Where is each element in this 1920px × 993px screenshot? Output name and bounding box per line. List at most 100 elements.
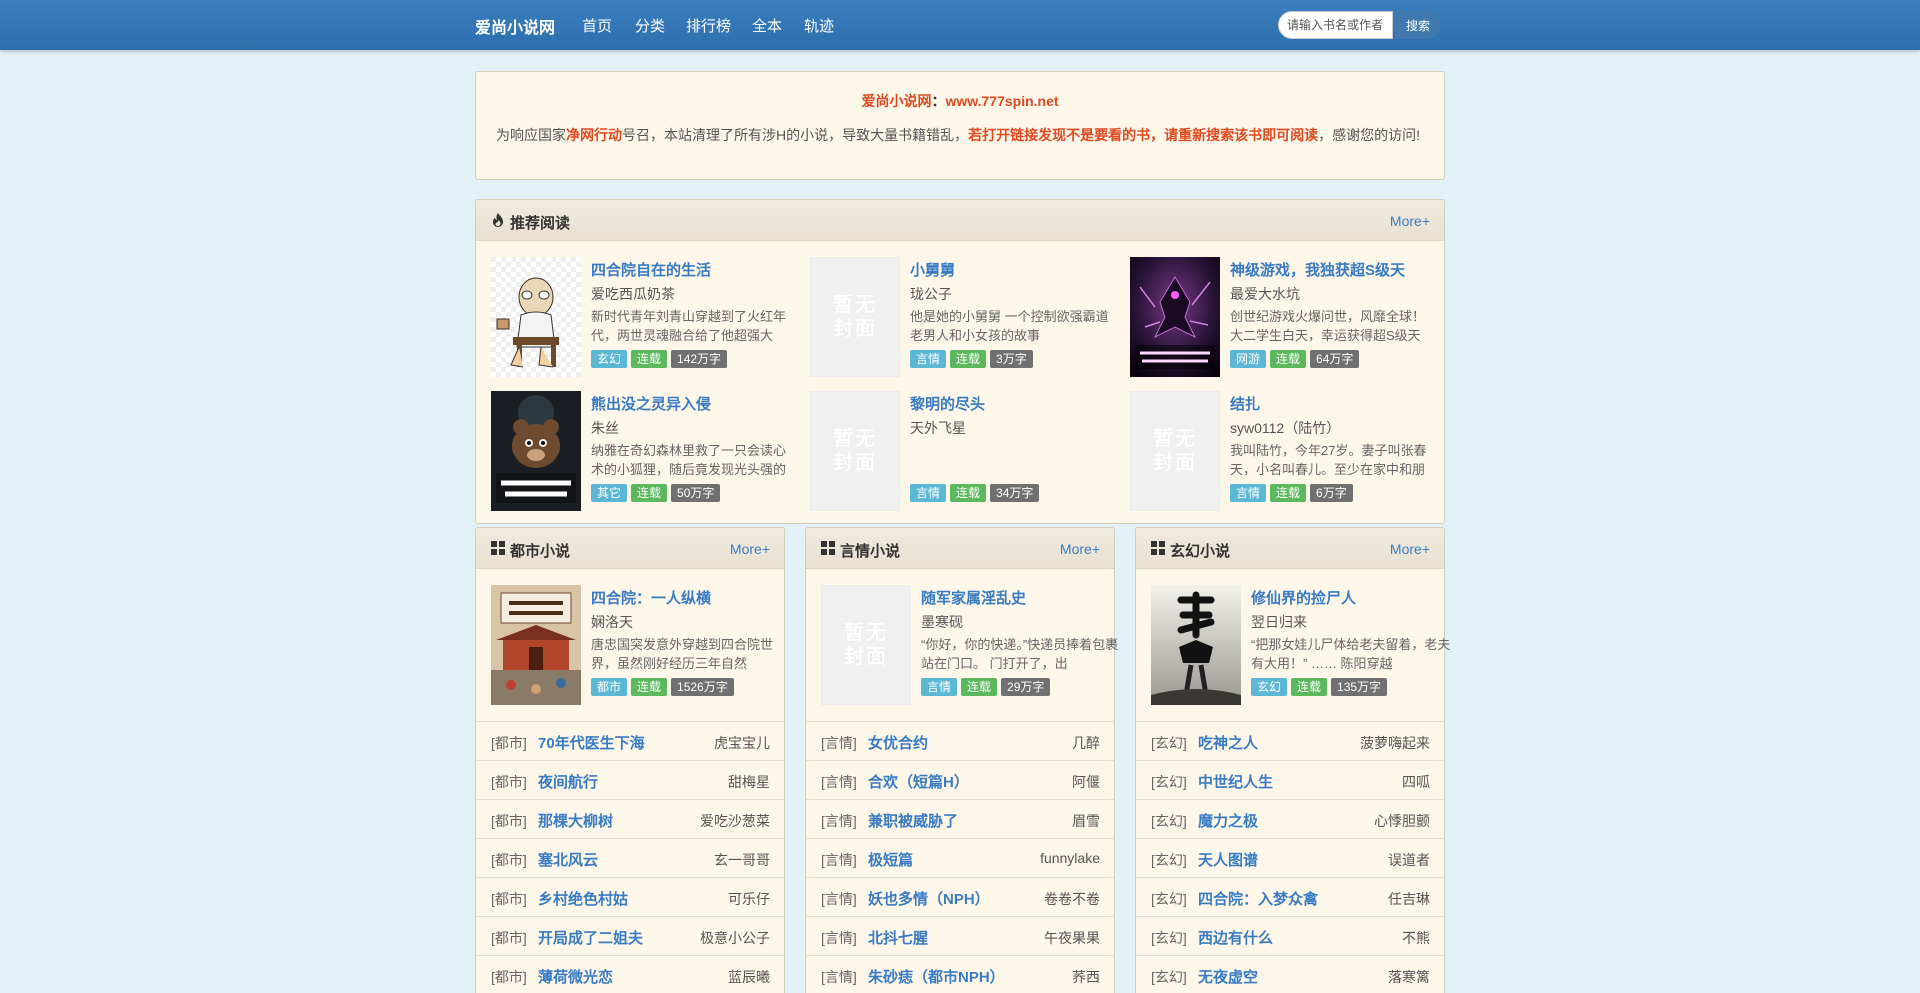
list-item: [都市] 塞北风云 玄一哥哥 bbox=[476, 838, 784, 877]
book-tags: 言情 连载 6万字 bbox=[1230, 484, 1353, 502]
recommend-more-link[interactable]: More+ bbox=[1390, 213, 1430, 229]
category-more-link[interactable]: More+ bbox=[730, 541, 770, 557]
notice-text-a: 为响应国家 bbox=[496, 127, 566, 143]
nav-history[interactable]: 轨迹 bbox=[804, 15, 834, 36]
list-item-book-link[interactable]: 无夜虚空 bbox=[1198, 966, 1258, 987]
list-item-category: [玄幻] bbox=[1151, 930, 1187, 946]
list-item-book-link[interactable]: 吃神之人 bbox=[1198, 732, 1258, 753]
list-item-book-link[interactable]: 那棵大柳树 bbox=[538, 810, 613, 831]
list-item-book-link[interactable]: 妖也多情（NPH） bbox=[868, 888, 990, 909]
book-cover-placeholder[interactable]: 暂无 封面 bbox=[1130, 391, 1220, 511]
list-item-book-link[interactable]: 极短篇 bbox=[868, 849, 913, 870]
genre-badge: 玄幻 bbox=[591, 350, 628, 368]
book-card: 暂无 封面 黎明的尽头 天外飞星 言情 连载 34万字 bbox=[810, 391, 1110, 513]
category-book-list: [玄幻] 吃神之人 菠萝嗨起来 [玄幻] 中世纪人生 四呱 [玄幻] 魔力之极 心悸胆颤 [玄幻]… bbox=[1136, 721, 1444, 993]
book-cover-placeholder[interactable]: 暂无 封面 bbox=[810, 257, 900, 377]
book-title-link[interactable]: 四合院自在的生活 bbox=[591, 259, 711, 280]
notice-site-url[interactable]: www.777spin.net bbox=[945, 93, 1058, 109]
status-badge: 连载 bbox=[1270, 484, 1307, 502]
book-title-link[interactable]: 修仙界的捡尸人 bbox=[1251, 587, 1356, 608]
list-item-book-link[interactable]: 朱砂痣（都市NPH） bbox=[868, 966, 1005, 987]
list-item-category: [玄幻] bbox=[1151, 813, 1187, 829]
book-title-link[interactable]: 熊出没之灵异入侵 bbox=[591, 393, 711, 414]
top-navbar: 爱尚小说网 首页 分类 排行榜 全本 轨迹 搜索 bbox=[0, 0, 1920, 50]
no-cover-label: 暂无 封面 bbox=[1153, 427, 1197, 475]
genre-badge: 言情 bbox=[910, 350, 947, 368]
word-count-badge: 1526万字 bbox=[671, 678, 734, 696]
book-cover[interactable] bbox=[1130, 257, 1220, 377]
list-item-book-link[interactable]: 塞北风云 bbox=[538, 849, 598, 870]
list-item-author: 误道者 bbox=[1388, 852, 1430, 868]
book-tags: 言情 连载 29万字 bbox=[921, 678, 1051, 696]
list-item-category: [玄幻] bbox=[1151, 774, 1187, 790]
book-card: 暂无 封面 随军家属淫乱史 墨寒砚 “你好，你的快递。”快递员捧着包裹站在门口。 门打开… bbox=[821, 585, 1121, 707]
book-author: 天外飞星 bbox=[910, 420, 966, 436]
list-item-book-link[interactable]: 女优合约 bbox=[868, 732, 928, 753]
nav-home[interactable]: 首页 bbox=[582, 15, 612, 36]
list-item-book-link[interactable]: 四合院：入梦众禽 bbox=[1198, 888, 1318, 909]
book-cover[interactable] bbox=[491, 585, 581, 705]
list-item-book-link[interactable]: 夜间航行 bbox=[538, 771, 598, 792]
category-more-link[interactable]: More+ bbox=[1390, 541, 1430, 557]
list-item-book-link[interactable]: 魔力之极 bbox=[1198, 810, 1258, 831]
site-logo[interactable]: 爱尚小说网 bbox=[475, 14, 555, 38]
word-count-badge: 142万字 bbox=[671, 350, 728, 368]
book-cover[interactable] bbox=[491, 257, 581, 377]
book-card: 熊出没之灵异入侵 朱丝 纳雅在奇幻森林里救了一只会读心术的小狐狸，随后竟发现光头强的… bbox=[491, 391, 791, 513]
book-description: 我叫陆竹，今年27岁。妻子叫张春天，小名叫春儿。至少在家中和朋 bbox=[1230, 443, 1427, 477]
no-cover-label: 暂无 封面 bbox=[833, 293, 877, 341]
book-title-link[interactable]: 神级游戏，我独获超S级天 bbox=[1230, 259, 1405, 280]
list-item-author: 甜梅星 bbox=[728, 774, 770, 790]
search-input[interactable] bbox=[1278, 11, 1393, 39]
book-title-link[interactable]: 随军家属淫乱史 bbox=[921, 587, 1026, 608]
word-count-badge: 34万字 bbox=[990, 484, 1040, 502]
category-panel-fantasy: 玄幻小说 More+ 修仙界的捡尸人 翌日归来 “把那女娃儿尸体给老夫留着，老夫有大用！… bbox=[1135, 527, 1450, 993]
book-title-link[interactable]: 小舅舅 bbox=[910, 259, 955, 280]
book-cover-placeholder[interactable]: 暂无 封面 bbox=[810, 391, 900, 511]
book-title-link[interactable]: 四合院：一人纵横 bbox=[591, 587, 711, 608]
grid-icon bbox=[821, 541, 835, 555]
word-count-badge: 135万字 bbox=[1331, 678, 1388, 696]
search-button[interactable]: 搜索 bbox=[1395, 11, 1441, 39]
list-item-book-link[interactable]: 薄荷微光恋 bbox=[538, 966, 613, 987]
list-item-book-link[interactable]: 西边有什么 bbox=[1198, 927, 1273, 948]
no-cover-line1: 暂无 bbox=[833, 294, 877, 316]
list-item-book-link[interactable]: 北抖七腥 bbox=[868, 927, 928, 948]
book-cover[interactable] bbox=[491, 391, 581, 511]
category-panel-romance: 言情小说 More+ 暂无 封面 随军家属淫乱史 墨寒砚 “你好，你的快递。”快递员捧着包裹… bbox=[805, 527, 1118, 993]
no-cover-label: 暂无 封面 bbox=[833, 427, 877, 475]
book-title-link[interactable]: 黎明的尽头 bbox=[910, 393, 985, 414]
genre-badge: 言情 bbox=[1230, 484, 1267, 502]
status-badge: 连载 bbox=[631, 484, 668, 502]
book-title-link[interactable]: 结扎 bbox=[1230, 393, 1260, 414]
nav-category[interactable]: 分类 bbox=[635, 15, 665, 36]
notice-separator: ： bbox=[931, 93, 946, 109]
list-item-book-link[interactable]: 中世纪人生 bbox=[1198, 771, 1273, 792]
nav-ranking[interactable]: 排行榜 bbox=[686, 15, 731, 36]
status-badge: 连载 bbox=[1270, 350, 1307, 368]
list-item-book-link[interactable]: 开局成了二姐夫 bbox=[538, 927, 643, 948]
nav-complete[interactable]: 全本 bbox=[752, 15, 782, 36]
list-item-book-link[interactable]: 合欢（短篇H） bbox=[868, 771, 969, 792]
list-item: [都市] 那棵大柳树 爱吃沙葱菜 bbox=[476, 799, 784, 838]
list-item-book-link[interactable]: 乡村绝色村姑 bbox=[538, 888, 628, 909]
genre-badge: 玄幻 bbox=[1251, 678, 1288, 696]
book-author: 爱吃西瓜奶茶 bbox=[591, 286, 675, 302]
genre-badge: 网游 bbox=[1230, 350, 1267, 368]
status-badge: 连载 bbox=[950, 350, 987, 368]
list-item-category: [言情] bbox=[821, 813, 857, 829]
list-item: [言情] 朱砂痣（都市NPH） 荞西 bbox=[806, 955, 1114, 993]
no-cover-line2: 封面 bbox=[844, 646, 888, 668]
status-badge: 连载 bbox=[1291, 678, 1328, 696]
list-item: [言情] 妖也多情（NPH） 卷卷不卷 bbox=[806, 877, 1114, 916]
book-cover-placeholder[interactable]: 暂无 封面 bbox=[821, 585, 911, 705]
book-description: 新时代青年刘青山穿越到了火红年代，两世灵魂融合给了他超强大 bbox=[591, 309, 787, 343]
category-more-link[interactable]: More+ bbox=[1060, 541, 1100, 557]
book-cover[interactable] bbox=[1151, 585, 1241, 705]
list-item-book-link[interactable]: 兼职被威胁了 bbox=[868, 810, 958, 831]
list-item-book-link[interactable]: 70年代医生下海 bbox=[538, 732, 645, 753]
list-item-book-link[interactable]: 天人图谱 bbox=[1198, 849, 1258, 870]
list-item-author: 落寒篱 bbox=[1388, 969, 1430, 985]
book-author: 墨寒砚 bbox=[921, 614, 963, 630]
list-item: [玄幻] 天人图谱 误道者 bbox=[1136, 838, 1444, 877]
